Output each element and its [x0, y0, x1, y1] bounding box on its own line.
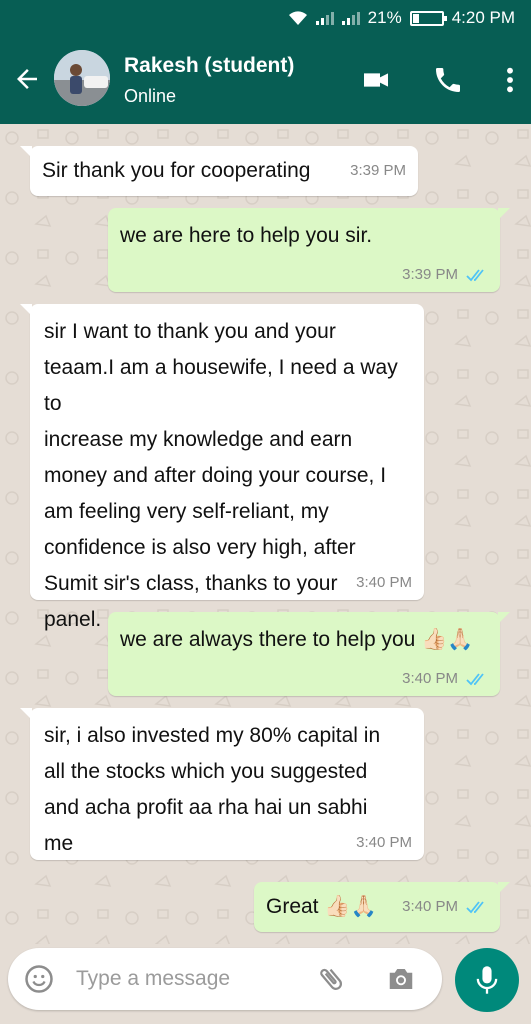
message-time: 3:39 PM: [350, 162, 406, 179]
battery-percent: 21%: [367, 8, 402, 27]
read-receipt-icon: [466, 901, 484, 914]
message-bubble-incoming[interactable]: sir I want to thank you and your teaam.I…: [20, 304, 424, 631]
message-composer: Type a message: [8, 948, 442, 1010]
status-bar: 21% 4:20 PM: [0, 0, 531, 36]
message-text: sir, i also invested my 80% capital in a…: [44, 724, 381, 855]
camera-icon[interactable]: [386, 965, 416, 993]
message-bubble-outgoing[interactable]: we are always there to help you 👍🏻🙏🏻 3:4…: [108, 612, 510, 696]
message-input[interactable]: Type a message: [76, 967, 230, 991]
clock: 4:20 PM: [451, 8, 515, 27]
signal-1-icon: [315, 11, 334, 25]
message-bubble-incoming[interactable]: sir, i also invested my 80% capital in a…: [20, 708, 424, 860]
message-bubble-incoming[interactable]: Sir thank you for cooperating 3:39 PM: [20, 146, 418, 196]
emoji-icon[interactable]: [24, 964, 54, 994]
message-bubble-outgoing[interactable]: we are here to help you sir. 3:39 PM: [108, 208, 510, 292]
phone-icon[interactable]: [432, 64, 464, 96]
message-time: 3:40 PM: [356, 574, 412, 591]
attachment-icon[interactable]: [316, 964, 346, 994]
message-text: sir I want to thank you and your teaam.I…: [44, 320, 398, 631]
message-time: 3:40 PM: [402, 670, 458, 687]
more-vert-icon[interactable]: [494, 64, 526, 96]
mic-button[interactable]: [455, 948, 519, 1012]
read-receipt-icon: [466, 269, 484, 282]
wifi-icon: [288, 11, 307, 25]
message-time: 3:40 PM: [356, 834, 412, 851]
back-arrow-icon[interactable]: [12, 64, 42, 94]
message-bubble-outgoing[interactable]: Great 👍🏻🙏🏻 3:40 PM: [254, 882, 510, 932]
signal-2-icon: [341, 11, 360, 25]
contact-status: Online: [124, 86, 177, 106]
message-text: we are here to help you sir.: [120, 224, 373, 247]
contact-name[interactable]: Rakesh (student): [124, 54, 294, 78]
message-time: 3:40 PM: [402, 898, 458, 915]
chat-area[interactable]: Sir thank you for cooperating 3:39 PM we…: [0, 124, 531, 944]
video-call-icon[interactable]: [360, 64, 392, 96]
avatar[interactable]: [54, 50, 110, 106]
message-text: we are always there to help you 👍🏻🙏🏻: [120, 628, 474, 651]
chat-header: Rakesh (student) Online: [0, 36, 531, 124]
mic-icon: [476, 966, 498, 994]
avatar-photo: [54, 50, 110, 106]
battery-icon: [409, 10, 447, 26]
message-time: 3:39 PM: [402, 266, 458, 283]
read-receipt-icon: [466, 673, 484, 686]
battery-fill: [412, 13, 419, 23]
